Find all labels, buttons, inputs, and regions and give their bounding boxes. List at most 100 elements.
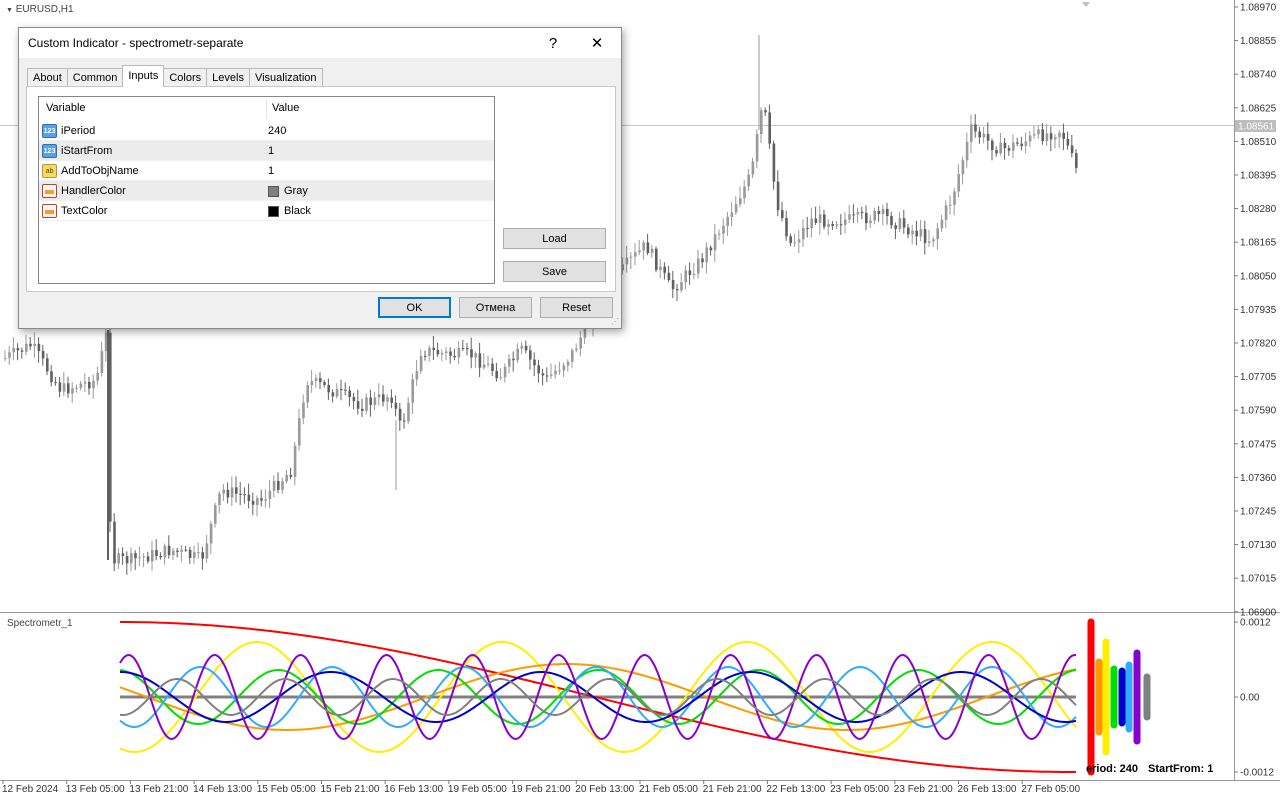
- candle-body: [739, 198, 742, 205]
- time-axis: 12 Feb 2024 13 Feb 05:00 13 Feb 21:00 14 Fe…: [2, 780, 1081, 795]
- cancel-button[interactable]: Отмена: [459, 297, 532, 318]
- load-button[interactable]: Load: [503, 228, 606, 249]
- candle-body: [760, 110, 763, 135]
- column-header-value[interactable]: Value: [272, 97, 299, 119]
- candle-body: [428, 347, 431, 357]
- save-button[interactable]: Save: [503, 261, 606, 282]
- candle-body: [877, 210, 881, 214]
- candle-body: [638, 250, 641, 253]
- candle-body: [961, 160, 965, 175]
- candle-body: [188, 549, 192, 559]
- candle-body: [957, 174, 960, 192]
- tab-colors[interactable]: Colors: [163, 68, 208, 87]
- time-tick-label: 19 Feb 21:00: [512, 784, 571, 795]
- dialog-titlebar[interactable]: Custom Indicator - spectrometr-separate …: [19, 28, 621, 58]
- color-icon: [42, 204, 57, 218]
- time-tick-label: 26 Feb 13:00: [958, 784, 1017, 795]
- close-icon[interactable]: ✕: [575, 28, 619, 58]
- candle-body: [634, 252, 637, 257]
- table-row[interactable]: ab AddToObjName 1: [39, 161, 494, 181]
- price-tick-label: 1.08625: [1240, 103, 1277, 114]
- candle-body: [982, 133, 986, 138]
- candle-body: [562, 365, 566, 371]
- candle-body: [277, 480, 280, 490]
- time-tick-label: 15 Feb 05:00: [257, 784, 316, 795]
- sub-tick-label: -0.0012: [1240, 768, 1274, 779]
- tab-about[interactable]: About: [27, 68, 68, 87]
- color-swatch: [268, 205, 279, 217]
- candle-body: [466, 348, 469, 350]
- candle-body: [390, 397, 393, 403]
- shift-marker-icon: [1082, 2, 1090, 7]
- tab-inputs[interactable]: Inputs: [122, 65, 165, 87]
- candle-body: [928, 241, 931, 243]
- price-tick-label: 1.07475: [1240, 439, 1277, 450]
- candle-body: [743, 186, 746, 199]
- integer-icon: 123: [42, 144, 57, 158]
- price-tick-label: 1.07820: [1240, 339, 1277, 350]
- table-row[interactable]: TextColor Black: [39, 201, 494, 221]
- candle-body: [764, 110, 767, 113]
- price-tick-label: 1.08510: [1240, 137, 1277, 148]
- candle-body: [844, 219, 847, 225]
- time-tick-label: 22 Feb 13:00: [766, 784, 825, 795]
- candle-body: [482, 364, 486, 368]
- current-price-label: 1.08561: [1238, 122, 1275, 133]
- candle-body: [709, 247, 713, 251]
- row-variable: TextColor: [61, 205, 108, 217]
- candle-body: [1007, 148, 1011, 151]
- reset-button[interactable]: Reset: [540, 297, 613, 318]
- row-value[interactable]: Black: [268, 201, 311, 221]
- price-tick-label: 1.08970: [1240, 3, 1277, 14]
- candle-body: [772, 143, 776, 182]
- candle-body: [1062, 132, 1065, 139]
- tab-visualization[interactable]: Visualization: [248, 68, 323, 87]
- candle-body: [243, 494, 246, 496]
- candle-body: [1028, 135, 1032, 142]
- time-tick-label: 13 Feb 21:00: [129, 784, 188, 795]
- tab-common[interactable]: Common: [66, 68, 124, 87]
- candle-body: [730, 212, 734, 217]
- candle-body: [923, 229, 927, 243]
- candle-body: [352, 397, 356, 402]
- resize-grip-icon[interactable]: ⋰: [611, 318, 619, 326]
- sub-tick-label: 0.0012: [1240, 618, 1271, 629]
- candle-body: [810, 218, 813, 229]
- candle-body: [575, 348, 578, 351]
- help-button[interactable]: ?: [531, 28, 575, 58]
- candle-body: [239, 493, 242, 495]
- row-value[interactable]: Gray: [268, 181, 308, 201]
- candle-body: [58, 382, 62, 392]
- integer-icon: 123: [42, 124, 57, 138]
- table-row[interactable]: HandlerColor Gray: [39, 181, 494, 201]
- row-value[interactable]: 240: [268, 121, 286, 141]
- row-value[interactable]: 1: [268, 141, 274, 161]
- candle-body: [566, 361, 570, 366]
- tab-levels[interactable]: Levels: [206, 68, 250, 87]
- candle-body: [432, 347, 435, 350]
- row-variable: iPeriod: [61, 125, 96, 137]
- candle-body: [495, 370, 498, 379]
- candle-body: [755, 134, 759, 162]
- row-value[interactable]: 1: [268, 161, 274, 181]
- candle-body: [558, 370, 561, 372]
- candle-body: [50, 371, 53, 383]
- candle-body: [369, 397, 372, 406]
- candle-body: [524, 345, 528, 351]
- candle-body: [848, 214, 851, 220]
- candle-body: [520, 345, 524, 349]
- column-header-variable[interactable]: Variable: [46, 97, 86, 119]
- candle-body: [911, 230, 914, 235]
- dialog-title: Custom Indicator - spectrometr-separate: [28, 36, 244, 50]
- candle-body: [264, 499, 267, 501]
- candle-body: [440, 352, 444, 355]
- table-row[interactable]: 123 iStartFrom 1: [39, 141, 494, 161]
- candle-body: [20, 350, 24, 352]
- time-tick-label: 13 Feb 05:00: [66, 784, 125, 795]
- price-tick-label: 1.07935: [1240, 305, 1277, 316]
- candle-body: [163, 545, 167, 558]
- candle-body: [1037, 129, 1040, 135]
- table-row[interactable]: 123 iPeriod 240: [39, 121, 494, 141]
- time-tick-label: 19 Feb 05:00: [448, 784, 507, 795]
- ok-button[interactable]: OK: [378, 297, 451, 318]
